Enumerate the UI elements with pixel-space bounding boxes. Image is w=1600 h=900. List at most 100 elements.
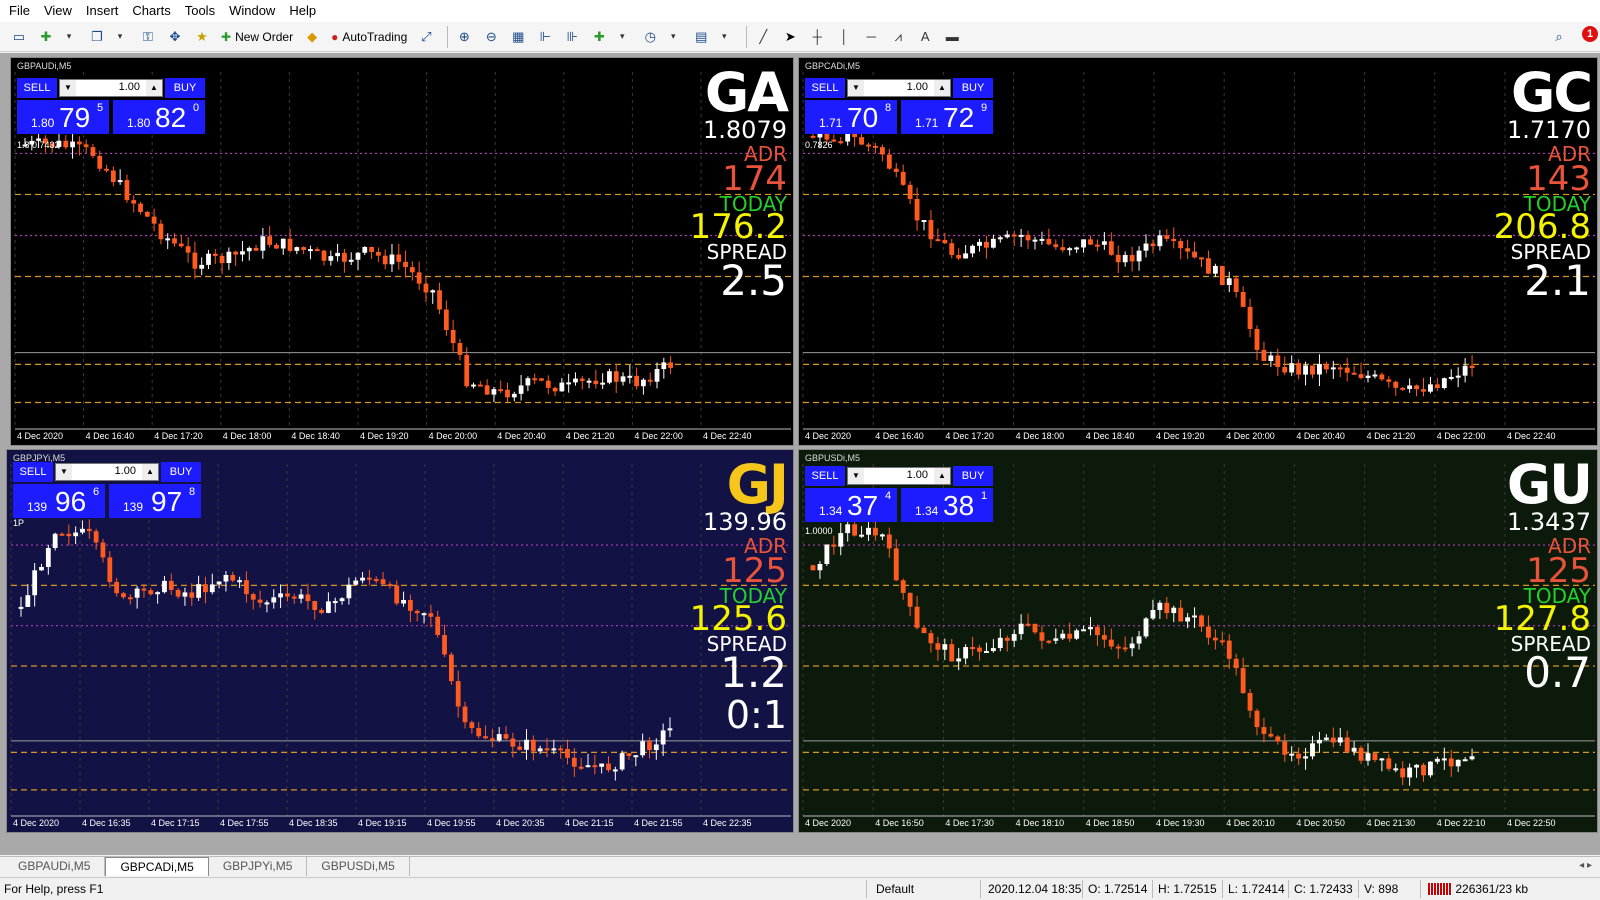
ask-price-button[interactable]: 139 97 8 (109, 484, 201, 518)
menu-insert[interactable]: Insert (79, 0, 126, 22)
sell-button[interactable]: SELL (805, 78, 845, 98)
text-tool-icon[interactable]: A (914, 25, 936, 49)
tab-gbpjpy[interactable]: GBPJPYi,M5 (209, 857, 308, 876)
cursor-icon[interactable]: ➤ (779, 25, 801, 49)
bid-price-button[interactable]: 1.80 79 5 (17, 100, 109, 134)
candle-body (647, 741, 652, 751)
lot-size-input[interactable]: ▼ 1.00 ▲ (55, 463, 159, 481)
auto-scroll-icon[interactable]: ⊪ (561, 25, 583, 49)
lot-size-input[interactable]: ▼ 1.00 ▲ (847, 79, 951, 97)
chevron-down-icon[interactable]: ▾ (662, 25, 684, 49)
tab-gbpusd[interactable]: GBPUSDi,M5 (307, 857, 410, 876)
x-axis-label: 4 Dec 18:40 (1086, 431, 1135, 441)
periods-icon[interactable]: ◷ (639, 25, 661, 49)
buy-button[interactable]: BUY (161, 462, 201, 482)
lot-up-icon[interactable]: ▲ (934, 468, 950, 484)
indicators-icon[interactable]: ✚ (588, 25, 610, 49)
crosshair-icon[interactable]: ┼ (806, 25, 828, 49)
lot-up-icon[interactable]: ▲ (934, 80, 950, 96)
chart-shift-icon[interactable]: ⊩ (534, 25, 556, 49)
menu-help[interactable]: Help (282, 0, 323, 22)
candle-body (592, 765, 598, 768)
horizontal-line-icon[interactable]: ─ (860, 25, 882, 49)
search-icon[interactable]: ⌕ (1548, 25, 1570, 49)
chevron-down-icon[interactable]: ▾ (58, 25, 80, 49)
options-icon[interactable]: ⤢ (415, 25, 437, 49)
menu-charts[interactable]: Charts (125, 0, 177, 22)
navigator-icon[interactable]: ✥ (164, 25, 186, 49)
new-chart-icon[interactable]: ✚ (35, 25, 57, 49)
sell-button[interactable]: SELL (805, 466, 845, 486)
market-watch-icon[interactable]: ⚿ (137, 25, 159, 49)
candle-body (1122, 647, 1128, 650)
candle-body (1178, 607, 1184, 622)
lot-size-input[interactable]: ▼ 1.00 ▲ (847, 467, 951, 485)
autotrading-button[interactable]: ● AutoTrading (328, 25, 410, 49)
profiles-menu-icon[interactable]: ❐ (86, 25, 108, 49)
tab-gbpcad[interactable]: GBPCADi,M5 (105, 857, 209, 876)
candle-body (1365, 753, 1371, 761)
lot-down-icon[interactable]: ▼ (56, 464, 72, 480)
candle-body (1296, 363, 1302, 375)
trendline-icon[interactable]: ╱ (752, 25, 774, 49)
candle-body (1414, 764, 1419, 768)
fibonacci-icon[interactable]: ⩘ (887, 25, 909, 49)
buy-button[interactable]: BUY (165, 78, 205, 98)
tab-scroll-icon[interactable]: ◂ ▸ (1579, 860, 1592, 871)
chart-window-gbpaud[interactable]: 4 Dec 2020 4 Dec 16:40 4 Dec 17:20 4 Dec 18… (10, 57, 794, 446)
new-order-button[interactable]: ✚ New Order (218, 25, 296, 49)
metaeditor-icon[interactable]: ◆ (301, 25, 323, 49)
candle-body (1199, 615, 1204, 627)
tab-gbpaud[interactable]: GBPAUDi,M5 (4, 857, 106, 876)
candle-body (1448, 376, 1454, 379)
lot-size-input[interactable]: ▼ 1.00 ▲ (59, 79, 163, 97)
candle-body (1074, 247, 1080, 250)
menu-tools[interactable]: Tools (178, 0, 222, 22)
candle-body (260, 236, 266, 251)
status-open: O: 1.72514 (1088, 882, 1148, 896)
menu-file[interactable]: File (2, 0, 37, 22)
profiles-icon[interactable]: ▭ (8, 25, 30, 49)
candle-body (90, 147, 96, 156)
chart-window-gbpusd[interactable]: 4 Dec 2020 4 Dec 16:50 4 Dec 17:30 4 Dec 18… (798, 449, 1598, 833)
buy-button[interactable]: BUY (953, 78, 993, 98)
candle-body (423, 283, 429, 293)
vertical-line-icon[interactable]: │ (833, 25, 855, 49)
bid-price-button[interactable]: 1.71 70 8 (805, 100, 897, 134)
notification-badge[interactable]: 1 (1582, 26, 1598, 42)
chart-window-gbpcad[interactable]: 4 Dec 2020 4 Dec 16:40 4 Dec 17:20 4 Dec 18… (798, 57, 1598, 446)
ask-price-button[interactable]: 1.80 82 0 (113, 100, 205, 134)
candle-body (158, 223, 164, 240)
chevron-down-icon[interactable]: ▾ (611, 25, 633, 49)
chevron-down-icon[interactable]: ▾ (109, 25, 131, 49)
candle-body (1254, 329, 1260, 350)
lot-down-icon[interactable]: ▼ (848, 468, 864, 484)
bid-price-button[interactable]: 139 96 6 (13, 484, 105, 518)
sell-button[interactable]: SELL (17, 78, 57, 98)
buy-button[interactable]: BUY (953, 466, 993, 486)
strategy-tester-icon[interactable]: ★ (191, 25, 213, 49)
templates-icon[interactable]: ▤ (690, 25, 712, 49)
zoom-out-icon[interactable]: ⊖ (480, 25, 502, 49)
candle-body (1171, 607, 1177, 614)
tile-windows-icon[interactable]: ▦ (507, 25, 529, 49)
one-click-trading-panel: SELL ▼ 1.00 ▲ BUY 1.34 37 4 1.34 38 1 (805, 466, 993, 522)
label-tool-icon[interactable]: ▬ (941, 25, 963, 49)
lot-down-icon[interactable]: ▼ (60, 80, 76, 96)
chart-window-gbpjpy[interactable]: 4 Dec 2020 4 Dec 16:35 4 Dec 17:15 4 Dec 17… (6, 449, 794, 833)
candle-body (376, 251, 381, 256)
candle-body (963, 647, 969, 659)
menu-window[interactable]: Window (222, 0, 282, 22)
candle-body (1212, 637, 1218, 641)
bid-price-button[interactable]: 1.34 37 4 (805, 488, 897, 522)
chevron-down-icon[interactable]: ▾ (713, 25, 735, 49)
menu-view[interactable]: View (37, 0, 79, 22)
lot-down-icon[interactable]: ▼ (848, 80, 864, 96)
ask-price-button[interactable]: 1.34 38 1 (901, 488, 993, 522)
lot-up-icon[interactable]: ▲ (146, 80, 162, 96)
lot-up-icon[interactable]: ▲ (142, 464, 158, 480)
ask-price-button[interactable]: 1.71 72 9 (901, 100, 993, 134)
zoom-in-icon[interactable]: ⊕ (453, 25, 475, 49)
candle-body (369, 246, 374, 252)
sell-button[interactable]: SELL (13, 462, 53, 482)
